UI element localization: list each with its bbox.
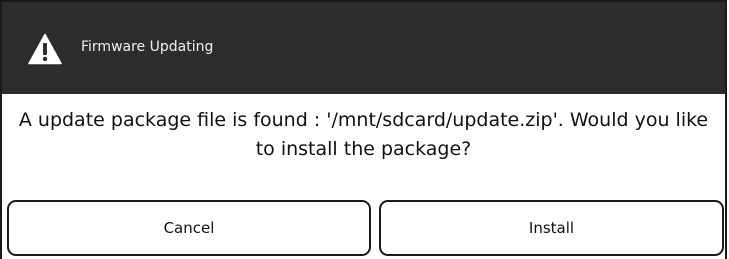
dialog-title: Firmware Updating bbox=[81, 39, 214, 55]
firmware-update-dialog: Firmware Updating A update package file … bbox=[0, 0, 727, 259]
cancel-button-label: Cancel bbox=[163, 219, 215, 237]
dialog-message: A update package file is found : '/mnt/s… bbox=[18, 109, 709, 160]
install-button[interactable]: Install bbox=[379, 200, 724, 256]
cancel-button[interactable]: Cancel bbox=[7, 200, 371, 256]
warning-icon bbox=[28, 33, 62, 65]
install-button-label: Install bbox=[528, 219, 575, 237]
dialog-titlebar: Firmware Updating bbox=[2, 2, 725, 94]
